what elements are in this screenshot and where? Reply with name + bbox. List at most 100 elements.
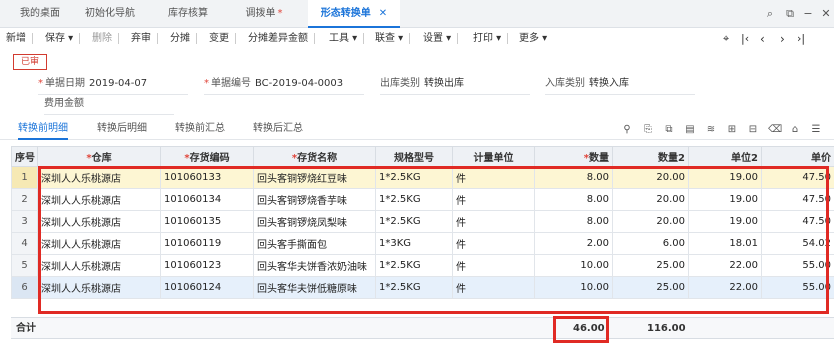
price-cell[interactable]: 47.50 [761,166,834,189]
tab-form-conversion[interactable]: 形态转换单 ✕ [308,0,400,28]
price-cell[interactable]: 47.50 [761,188,834,211]
tools-menu[interactable]: 工具 ▾ [329,28,365,50]
first-record-icon[interactable]: |‹ [741,28,749,50]
save-button[interactable]: 保存 ▾ [45,28,81,50]
filter-icon[interactable]: ≋ [705,124,717,136]
restore-icon[interactable]: ⧉ [780,0,800,28]
previous-record-icon[interactable]: ‹ [760,28,765,50]
column-header[interactable]: 数量2 [612,146,689,167]
item-code-cell[interactable]: 101060133 [160,166,254,189]
warehouse-cell[interactable]: 深圳人人乐桃源店 [37,276,161,299]
spec-cell[interactable]: 1*2.5KG [375,254,453,277]
abandon-audit-button[interactable]: 弃审 [131,28,158,50]
item-name-cell[interactable]: 回头客铜锣烧红豆味 [253,166,376,189]
quantity2-cell[interactable]: 20.00 [612,210,689,233]
new-button[interactable]: 新增 [6,28,33,50]
item-name-cell[interactable]: 回头客手撕面包 [253,232,376,255]
item-code-cell[interactable]: 101060123 [160,254,254,277]
spec-cell[interactable]: 1*2.5KG [375,166,453,189]
unit-cell[interactable]: 件 [452,232,535,255]
spec-cell[interactable]: 1*2.5KG [375,276,453,299]
table-row[interactable]: 5 深圳人人乐桃源店 101060123 回头客华夫饼香浓奶油味 1*2.5KG… [11,254,834,277]
delete-button[interactable]: 删除 [92,28,119,50]
column-header[interactable]: 计量单位 [452,146,535,167]
item-code-cell[interactable]: 101060124 [160,276,254,299]
price-cell[interactable]: 54.02 [761,232,834,255]
item-code-cell[interactable]: 101060135 [160,210,254,233]
price-cell[interactable]: 47.50 [761,210,834,233]
change-button[interactable]: 变更 [209,28,236,50]
minimize-icon[interactable]: − [798,0,818,28]
next-record-icon[interactable]: › [780,28,785,50]
tab-after-summary[interactable]: 转换后汇总 [253,118,303,140]
unit2-cell[interactable]: 19.00 [688,166,762,189]
link-query-menu[interactable]: 联查 ▾ [375,28,411,50]
column-header[interactable]: 单价 [761,146,834,167]
doc-date-field[interactable]: * 单据日期 2019-04-07 [38,76,188,95]
table-row[interactable]: 2 深圳人人乐桃源店 101060134 回头客铜锣烧香芋味 1*2.5KG 件… [11,188,834,211]
unit2-cell[interactable]: 19.00 [688,188,762,211]
column-header[interactable]: *存货编码 [160,146,254,167]
spec-cell[interactable]: 1*2.5KG [375,188,453,211]
unit-cell[interactable]: 件 [452,188,535,211]
tab-my-desktop[interactable]: 我的桌面 [10,0,70,28]
in-category-field[interactable]: 入库类别 转换入库 [545,76,695,95]
quantity-cell[interactable]: 8.00 [534,210,613,233]
split-button[interactable]: 分摊 [170,28,197,50]
quantity2-cell[interactable]: 25.00 [612,276,689,299]
warehouse-cell[interactable]: 深圳人人乐桃源店 [37,232,161,255]
price-cell[interactable]: 55.00 [761,254,834,277]
item-code-cell[interactable]: 101060134 [160,188,254,211]
location-icon[interactable]: ⚲ [621,124,633,136]
unit2-cell[interactable]: 18.01 [688,232,762,255]
item-name-cell[interactable]: 回头客铜锣烧香芋味 [253,188,376,211]
column-header[interactable]: 单位2 [688,146,762,167]
warehouse-cell[interactable]: 深圳人人乐桃源店 [37,254,161,277]
price-cell[interactable]: 55.00 [761,276,834,299]
locate-icon[interactable]: ⌖ [723,28,729,50]
column-settings-icon[interactable]: ☰ [810,124,822,136]
unit-cell[interactable]: 件 [452,166,535,189]
spec-cell[interactable]: 1*3KG [375,232,453,255]
item-name-cell[interactable]: 回头客华夫饼香浓奶油味 [253,254,376,277]
close-icon[interactable]: ✕ [816,0,834,28]
copy-icon[interactable]: ⎘ [642,124,654,136]
search-icon[interactable]: ⌕ [760,0,780,28]
table-row[interactable]: 4 深圳人人乐桃源店 101060119 回头客手撕面包 1*3KG 件 2.0… [11,232,834,255]
table-row[interactable]: 1 深圳人人乐桃源店 101060133 回头客铜锣烧红豆味 1*2.5KG 件… [11,166,834,189]
table-row[interactable]: 6 深圳人人乐桃源店 101060124 回头客华夫饼低糖原味 1*2.5KG … [11,276,834,299]
quantity-cell[interactable]: 8.00 [534,188,613,211]
quantity2-cell[interactable]: 25.00 [612,254,689,277]
print-menu[interactable]: 打印 ▾ [473,28,509,50]
tab-inventory-accounting[interactable]: 库存核算 [158,0,218,28]
warehouse-cell[interactable]: 深圳人人乐桃源店 [37,166,161,189]
item-name-cell[interactable]: 回头客华夫饼低糖原味 [253,276,376,299]
fee-amount-field[interactable]: 费用金额 [44,96,174,115]
out-category-field[interactable]: 出库类别 转换出库 [380,76,530,95]
quantity2-cell[interactable]: 6.00 [612,232,689,255]
quantity2-cell[interactable]: 20.00 [612,166,689,189]
tab-init-nav[interactable]: 初始化导航 [76,0,144,28]
tab-before-detail[interactable]: 转换前明细 [18,118,68,140]
quantity-cell[interactable]: 8.00 [534,166,613,189]
quantity-cell[interactable]: 2.00 [534,232,613,255]
unit2-cell[interactable]: 22.00 [688,254,762,277]
column-header[interactable]: 序号 [11,146,38,167]
tab-transfer-order[interactable]: 调拨单 * [232,0,296,28]
paste-icon[interactable]: ⧉ [663,124,675,136]
tab-before-summary[interactable]: 转换前汇总 [175,118,225,140]
spec-cell[interactable]: 1*2.5KG [375,210,453,233]
unit2-cell[interactable]: 19.00 [688,210,762,233]
tab-after-detail[interactable]: 转换后明细 [97,118,147,140]
table-row[interactable]: 3 深圳人人乐桃源店 101060135 回头客铜锣烧凤梨味 1*2.5KG 件… [11,210,834,233]
column-header[interactable]: 规格型号 [375,146,453,167]
close-tab-icon[interactable]: ✕ [379,8,387,19]
warehouse-cell[interactable]: 深圳人人乐桃源店 [37,188,161,211]
column-header[interactable]: *数量 [534,146,613,167]
eraser-icon[interactable]: ⌫ [768,124,782,136]
warehouse-cell[interactable]: 深圳人人乐桃源店 [37,210,161,233]
batch-icon[interactable]: ▤ [684,124,696,136]
quantity-cell[interactable]: 10.00 [534,276,613,299]
unit-cell[interactable]: 件 [452,276,535,299]
column-header[interactable]: *仓库 [37,146,161,167]
